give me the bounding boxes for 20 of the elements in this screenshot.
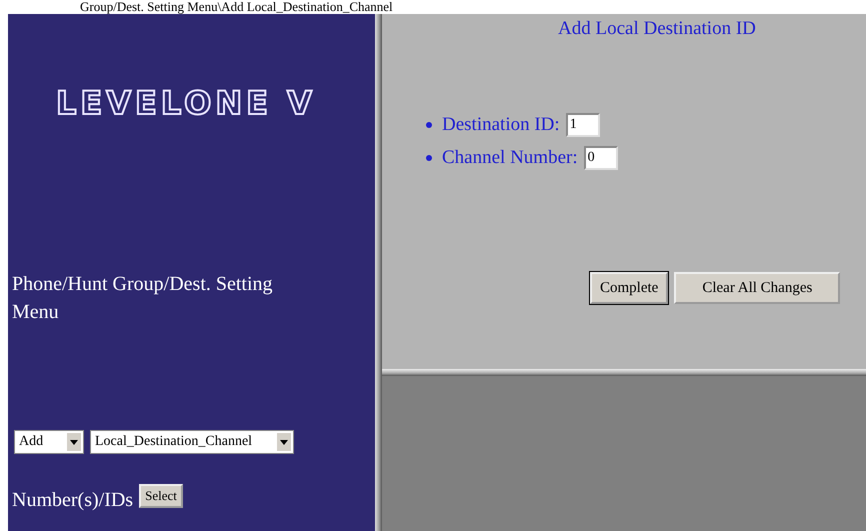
form-title: Add Local Destination ID bbox=[558, 18, 757, 40]
complete-button[interactable]: Complete bbox=[590, 272, 668, 304]
action-dropdown[interactable]: Add bbox=[14, 430, 84, 454]
bullet-icon bbox=[426, 154, 432, 160]
select-button[interactable]: Select bbox=[139, 484, 183, 508]
page-caption: Group/Dest. Setting Menu\Add Local_Destination_Channel bbox=[79, 0, 394, 14]
logo-text: LEVELONE V bbox=[56, 84, 316, 122]
menu-title: Phone/Hunt Group/Dest. Setting Menu bbox=[12, 272, 274, 325]
caret-icon bbox=[67, 433, 81, 451]
field-label: Channel Number: bbox=[442, 146, 578, 168]
type-dropdown[interactable]: Local_Destination_Channel bbox=[90, 430, 294, 454]
clear-button[interactable]: Clear All Changes bbox=[674, 272, 840, 304]
numbers-label: Number(s)/IDs bbox=[12, 489, 134, 512]
input-field[interactable]: 1 bbox=[566, 112, 600, 136]
frame-splitter[interactable] bbox=[375, 14, 382, 531]
caret-icon bbox=[277, 433, 291, 451]
input-field[interactable]: 0 bbox=[584, 146, 618, 170]
bullet-icon bbox=[426, 122, 432, 128]
frame-splitter[interactable] bbox=[382, 369, 866, 376]
field-label: Destination ID: bbox=[442, 114, 560, 136]
